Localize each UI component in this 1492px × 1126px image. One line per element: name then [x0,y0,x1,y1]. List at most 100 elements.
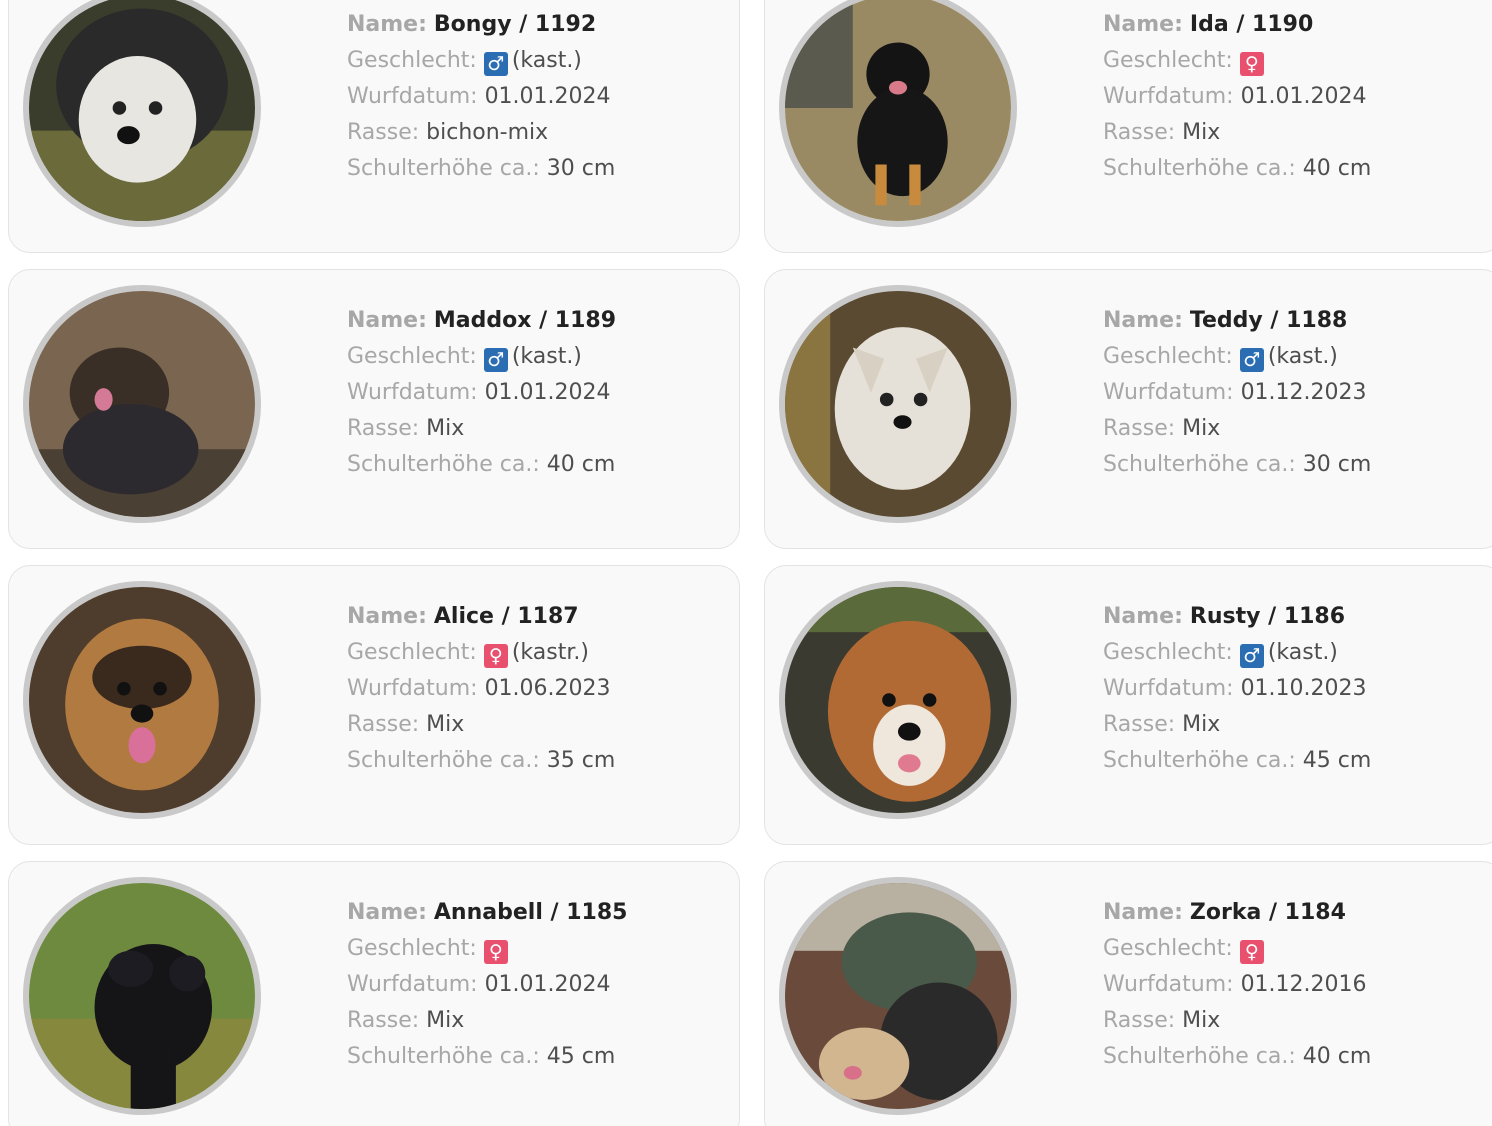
birth-date: 01.01.2024 [484,84,611,109]
dog-photo[interactable] [23,581,261,819]
dog-info: Name: Bongy / 1192 Geschlecht: ♂ (kast.) … [347,7,615,187]
name-label: Name: [1103,12,1183,37]
male-icon: ♂ [1239,348,1264,372]
dog-info: Name: Maddox / 1189 Geschlecht: ♂ (kast.)… [347,303,616,483]
dog-name: Bongy / 1192 [433,12,597,37]
height-label: Schulterhöhe ca.: [1103,156,1296,181]
dog-info: Name: Zorka / 1184 Geschlecht: ♀ Wurfdat… [1103,895,1371,1075]
shoulder-height: 30 cm [546,156,616,181]
dog-card[interactable]: Name: Maddox / 1189 Geschlecht: ♂ (kast.)… [8,269,740,549]
dog-photo[interactable] [779,877,1017,1115]
sex-label: Geschlecht: [347,344,477,369]
name-label: Name: [1103,604,1183,629]
height-label: Schulterhöhe ca.: [347,452,540,477]
shoulder-height: 45 cm [546,1044,616,1069]
sex-label: Geschlecht: [1103,936,1233,961]
dog-listing-grid: Name: Bongy / 1192 Geschlecht: ♂ (kast.) … [0,0,1492,1126]
dog-card[interactable]: Name: Ida / 1190 Geschlecht: ♀ Wurfdatum… [764,0,1492,253]
breed: Mix [1182,1008,1221,1033]
female-icon: ♀ [1239,52,1264,76]
birth-label: Wurfdatum: [347,84,478,109]
shoulder-height: 45 cm [1302,748,1372,773]
dog-name: Rusty / 1186 [1189,604,1346,629]
breed-label: Rasse: [347,1008,420,1033]
name-label: Name: [347,604,427,629]
dog-card[interactable]: Name: Alice / 1187 Geschlecht: ♀ (kastr.)… [8,565,740,845]
birth-date: 01.01.2024 [484,972,611,997]
sex-label: Geschlecht: [1103,640,1233,665]
dog-card[interactable]: Name: Rusty / 1186 Geschlecht: ♂ (kast.) … [764,565,1492,845]
breed: bichon-mix [426,120,549,145]
birth-date: 01.10.2023 [1240,676,1367,701]
breed-label: Rasse: [347,712,420,737]
male-icon: ♂ [1239,644,1264,668]
castration-status: (kast.) [1267,640,1338,665]
birth-label: Wurfdatum: [1103,972,1234,997]
sex-label: Geschlecht: [1103,48,1233,73]
name-label: Name: [1103,308,1183,333]
dog-name: Annabell / 1185 [433,900,628,925]
dog-info: Name: Rusty / 1186 Geschlecht: ♂ (kast.) … [1103,599,1371,779]
female-icon: ♀ [483,644,508,668]
dog-card[interactable]: Name: Bongy / 1192 Geschlecht: ♂ (kast.) … [8,0,740,253]
birth-label: Wurfdatum: [1103,84,1234,109]
dog-photo[interactable] [779,581,1017,819]
breed: Mix [426,712,465,737]
dog-name: Alice / 1187 [433,604,579,629]
name-label: Name: [347,12,427,37]
birth-date: 01.12.2023 [1240,380,1367,405]
shoulder-height: 40 cm [1302,1044,1372,1069]
dog-info: Name: Ida / 1190 Geschlecht: ♀ Wurfdatum… [1103,7,1371,187]
dog-card[interactable]: Name: Teddy / 1188 Geschlecht: ♂ (kast.) … [764,269,1492,549]
dog-photo[interactable] [779,285,1017,523]
dog-info: Name: Alice / 1187 Geschlecht: ♀ (kastr.)… [347,599,615,779]
height-label: Schulterhöhe ca.: [1103,748,1296,773]
breed-label: Rasse: [1103,120,1176,145]
height-label: Schulterhöhe ca.: [1103,1044,1296,1069]
dog-photo[interactable] [23,877,261,1115]
shoulder-height: 40 cm [546,452,616,477]
sex-label: Geschlecht: [347,48,477,73]
name-label: Name: [1103,900,1183,925]
height-label: Schulterhöhe ca.: [347,1044,540,1069]
birth-label: Wurfdatum: [347,676,478,701]
height-label: Schulterhöhe ca.: [347,748,540,773]
dog-card[interactable]: Name: Annabell / 1185 Geschlecht: ♀ Wurf… [8,861,740,1126]
male-icon: ♂ [483,348,508,372]
dog-photo[interactable] [23,285,261,523]
dog-name: Zorka / 1184 [1189,900,1346,925]
name-label: Name: [347,900,427,925]
dog-card[interactable]: Name: Zorka / 1184 Geschlecht: ♀ Wurfdat… [764,861,1492,1126]
breed-label: Rasse: [1103,416,1176,441]
male-icon: ♂ [483,52,508,76]
height-label: Schulterhöhe ca.: [347,156,540,181]
breed: Mix [1182,712,1221,737]
breed: Mix [426,416,465,441]
dog-photo[interactable] [779,0,1017,227]
breed: Mix [426,1008,465,1033]
birth-date: 01.01.2024 [484,380,611,405]
birth-label: Wurfdatum: [347,380,478,405]
sex-label: Geschlecht: [347,936,477,961]
birth-date: 01.06.2023 [484,676,611,701]
sex-label: Geschlecht: [347,640,477,665]
dog-name: Teddy / 1188 [1189,308,1348,333]
castration-status: (kast.) [1267,344,1338,369]
dog-photo[interactable] [23,0,261,227]
birth-label: Wurfdatum: [347,972,478,997]
breed-label: Rasse: [1103,712,1176,737]
breed: Mix [1182,120,1221,145]
birth-date: 01.12.2016 [1240,972,1367,997]
height-label: Schulterhöhe ca.: [1103,452,1296,477]
castration-status: (kastr.) [511,640,589,665]
birth-label: Wurfdatum: [1103,676,1234,701]
dog-name: Ida / 1190 [1189,12,1314,37]
breed-label: Rasse: [1103,1008,1176,1033]
sex-label: Geschlecht: [1103,344,1233,369]
shoulder-height: 30 cm [1302,452,1372,477]
dog-name: Maddox / 1189 [433,308,617,333]
shoulder-height: 40 cm [1302,156,1372,181]
name-label: Name: [347,308,427,333]
breed: Mix [1182,416,1221,441]
castration-status: (kast.) [511,344,582,369]
